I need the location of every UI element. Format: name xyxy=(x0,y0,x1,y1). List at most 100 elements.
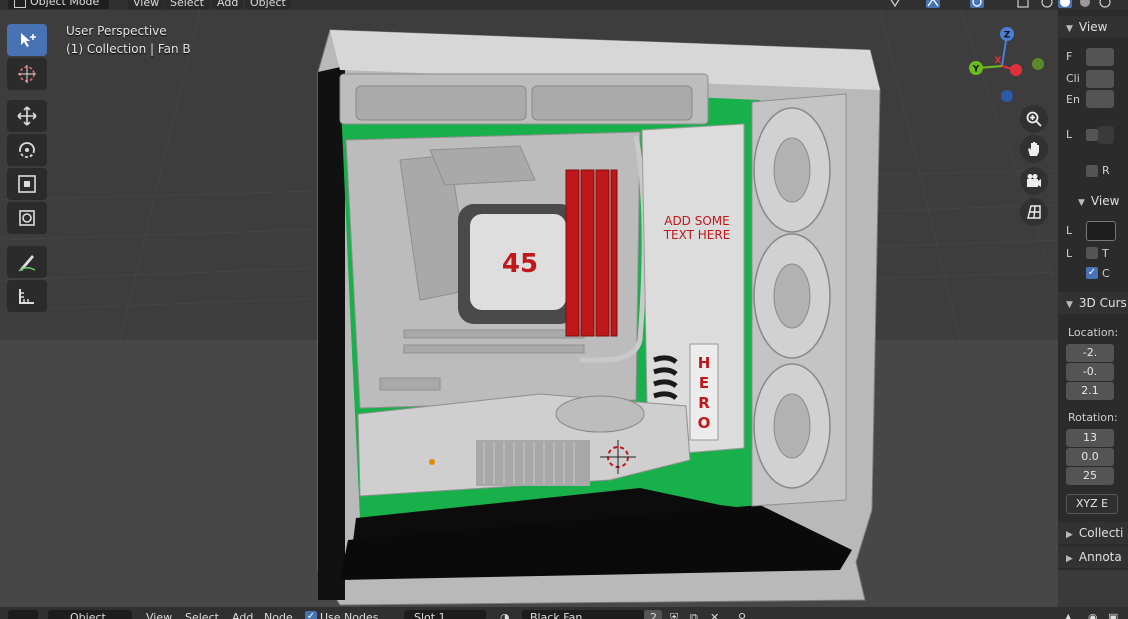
zoom-icon xyxy=(1026,111,1042,127)
grid-icon xyxy=(1027,205,1041,219)
rotation-y-field[interactable]: 0.0 xyxy=(1066,448,1114,466)
material-name: Black Fan xyxy=(530,611,583,619)
annotations-title: Annota xyxy=(1078,550,1122,564)
rotate-tool[interactable] xyxy=(7,134,47,166)
ortho-toggle-button[interactable] xyxy=(1020,198,1048,226)
collapse-triangle-icon: ▶ xyxy=(1066,530,1073,540)
annotate-icon xyxy=(18,255,36,272)
rotation-label: Rotation: xyxy=(1068,411,1118,424)
lock-to-3d-cursor-checkbox[interactable] xyxy=(1086,247,1098,259)
gizmo-y-label: Y xyxy=(972,65,980,75)
zoom-button[interactable] xyxy=(1020,105,1048,133)
gizmo-z-label: Z xyxy=(1004,31,1011,41)
transform-tool[interactable] xyxy=(7,202,47,234)
lock-object-label: L xyxy=(1066,224,1073,237)
render-region-label: R xyxy=(1102,164,1110,177)
cursor-tool[interactable] xyxy=(7,58,47,90)
solid-shading-icon[interactable] xyxy=(1058,0,1072,8)
gpu-fan xyxy=(555,395,645,433)
case-front-edge xyxy=(318,66,345,600)
view-lock-title: View xyxy=(1090,194,1120,208)
annotations-panel-header[interactable]: ▶ Annota xyxy=(1058,546,1128,568)
view-panel-header[interactable]: ▼ View xyxy=(1058,16,1128,38)
pin-icon[interactable]: ⚲ xyxy=(738,611,746,619)
gpu-heatsink xyxy=(476,440,590,486)
clip-end-field[interactable] xyxy=(1086,90,1114,108)
rendered-shading-icon[interactable] xyxy=(1098,0,1112,8)
lock-c-label: C xyxy=(1102,267,1110,280)
location-y-field[interactable]: -0. xyxy=(1066,363,1114,381)
measure-tool[interactable] xyxy=(7,280,47,312)
pan-button[interactable] xyxy=(1020,135,1048,163)
perspective-label: User Perspective xyxy=(66,24,167,38)
menu-object[interactable]: Object xyxy=(245,0,291,9)
camera-view-button[interactable] xyxy=(1020,167,1048,195)
rotation-mode-dropdown[interactable]: XYZ E xyxy=(1066,494,1118,514)
render-region-checkbox[interactable] xyxy=(1086,165,1098,177)
annotate-tool[interactable] xyxy=(7,246,47,278)
scale-tool[interactable] xyxy=(7,168,47,200)
rotation-x-field[interactable]: 13 xyxy=(1066,429,1114,447)
viewport-header: Object Mode View Select Add Object xyxy=(0,0,1128,10)
footer-menu-select[interactable]: Select xyxy=(185,611,219,619)
collections-panel-header[interactable]: ▶ Collecti xyxy=(1058,522,1128,544)
footer-menu-node[interactable]: Node xyxy=(264,611,293,619)
use-nodes-checkbox[interactable]: ✓ xyxy=(305,611,317,619)
view-lock-header[interactable]: ▼ View xyxy=(1058,190,1128,212)
mode-label: Object Mode xyxy=(30,0,100,8)
menu-add[interactable]: Add xyxy=(212,0,244,9)
scale-icon xyxy=(18,175,36,193)
expand-triangle-icon: ▼ xyxy=(1066,24,1073,34)
clip-start-field[interactable] xyxy=(1086,70,1114,88)
measure-icon xyxy=(19,289,34,304)
select-box-icon xyxy=(21,33,36,47)
focal-length-field[interactable] xyxy=(1086,48,1114,66)
footer-menu-add[interactable]: Add xyxy=(232,611,253,619)
menu-select[interactable]: Select xyxy=(165,0,209,9)
3d-cursor-title: 3D Curs xyxy=(1078,296,1127,310)
shader-editor-header: Object View Select Add Node ✓ Use Nodes … xyxy=(0,607,1128,619)
editor-mode-label: Object xyxy=(70,611,106,619)
transform-orientation-icon[interactable] xyxy=(888,0,902,8)
unlink-material-icon[interactable]: ✕ xyxy=(710,611,719,619)
editor-type-button[interactable] xyxy=(8,610,38,619)
pc-case-scene[interactable]: 45 ADD SOME TEXT HERE HERO xyxy=(0,10,1058,607)
location-z-field[interactable]: 2.1 xyxy=(1066,382,1114,400)
3d-cursor-panel-header[interactable]: ▼ 3D Curs xyxy=(1058,292,1128,314)
navigation-gizmo[interactable]: Z Y X xyxy=(962,26,1048,106)
fake-user-shield-icon[interactable]: ⛨ xyxy=(670,611,678,619)
footer-arrow-icon[interactable]: ▲ xyxy=(1064,611,1072,619)
expand-triangle-icon: ▼ xyxy=(1066,300,1073,310)
snap-icon[interactable] xyxy=(926,0,940,8)
overlay-icon[interactable] xyxy=(970,0,984,8)
camera-picker-button[interactable] xyxy=(1098,126,1114,144)
svg-text:R: R xyxy=(698,394,710,412)
rotate-icon xyxy=(19,142,35,158)
mode-dropdown[interactable]: Object Mode xyxy=(8,0,110,9)
move-icon xyxy=(17,106,37,126)
rotation-z-field[interactable]: 25 xyxy=(1066,467,1114,485)
select-box-tool[interactable] xyxy=(7,24,47,56)
footer-sidebar-icon[interactable]: ▣ xyxy=(1108,611,1118,619)
xray-icon[interactable] xyxy=(1016,0,1030,8)
local-camera-checkbox[interactable] xyxy=(1086,129,1098,141)
duplicate-material-icon[interactable]: ⧉ xyxy=(690,611,698,619)
lock-camera-checkbox[interactable]: ✓ xyxy=(1086,267,1098,279)
svg-text:O: O xyxy=(698,414,711,432)
move-tool[interactable] xyxy=(7,100,47,132)
menu-view[interactable]: View xyxy=(128,0,165,9)
3d-viewport[interactable]: 45 ADD SOME TEXT HERE HERO User Perspect… xyxy=(0,10,1058,607)
material-shading-icon[interactable] xyxy=(1078,0,1092,8)
lock-object-field[interactable] xyxy=(1086,221,1116,241)
cooler-number: 45 xyxy=(502,249,538,279)
radiator-fans xyxy=(355,85,693,121)
ram-sticks xyxy=(565,169,618,337)
properties-sidebar: ▼ View F Cli En L R ▼ View L L T ✓ C ▼ 3D C… xyxy=(1058,10,1128,570)
footer-menu-view[interactable]: View xyxy=(146,611,172,619)
footer-overlay-icon[interactable]: ◉ xyxy=(1088,611,1098,619)
transform-icon xyxy=(19,210,35,226)
location-x-field[interactable]: -2. xyxy=(1066,344,1114,362)
gizmo-x-label: X xyxy=(995,56,1002,66)
wireframe-shading-icon[interactable] xyxy=(1040,0,1054,8)
local-camera-label: L xyxy=(1066,128,1073,141)
